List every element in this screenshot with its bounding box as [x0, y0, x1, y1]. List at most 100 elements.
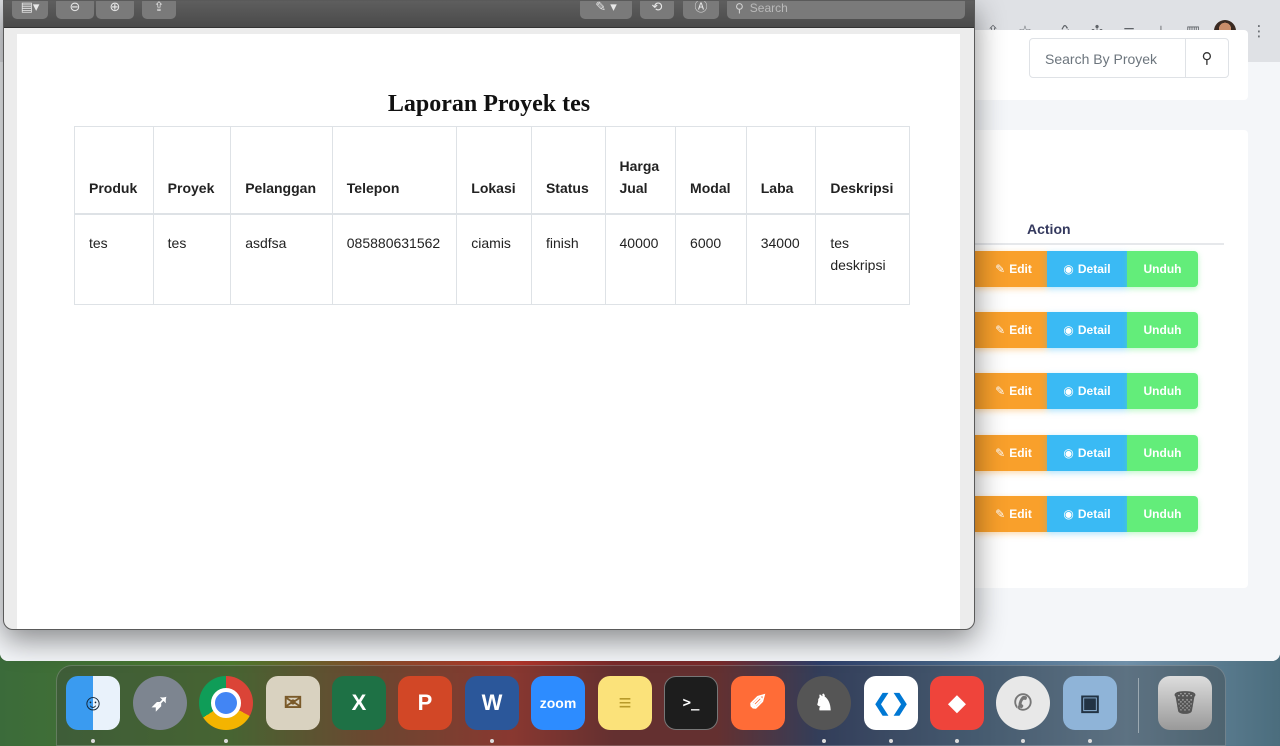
rotate-button[interactable]: ⟲: [640, 0, 674, 19]
dock-separator: [1138, 678, 1139, 733]
column-header: Status: [530, 126, 606, 215]
whatsapp-icon[interactable]: ✆: [996, 676, 1050, 730]
edit-icon: ✎: [995, 323, 1006, 337]
more-menu-icon[interactable]: ⋮: [1250, 22, 1268, 40]
search-button[interactable]: ⚲: [1185, 38, 1229, 78]
table-cell: 6000: [675, 213, 747, 305]
zoom-icon[interactable]: zoom: [531, 676, 585, 730]
table-cell: tes: [152, 213, 232, 305]
edit-icon: ✎: [995, 446, 1006, 460]
edit-button[interactable]: ✎ Edit: [974, 251, 1047, 287]
column-header: Pelanggan: [230, 126, 333, 215]
preview-search-input[interactable]: ⚲ Search: [727, 1, 965, 19]
vscode-icon[interactable]: ❮❯: [864, 676, 918, 730]
mamp-icon[interactable]: ♞: [797, 676, 851, 730]
pen-icon: ✎ ▾: [595, 0, 617, 15]
notes-icon[interactable]: ≡: [598, 676, 652, 730]
eye-icon: ◉: [1063, 446, 1074, 460]
report-table: Produk Proyek Pelanggan Telepon Lokasi S…: [74, 126, 910, 305]
detail-button[interactable]: ◉ Detail: [1047, 251, 1127, 287]
mail-icon[interactable]: ✉: [266, 676, 320, 730]
running-indicator: [91, 739, 95, 743]
word-icon[interactable]: W: [465, 676, 519, 730]
preview-toolbar: ▤▾ ⊖ ⊕ ⇪ ✎ ▾ ⟲ Ⓐ ⚲ Search: [4, 1, 974, 28]
edit-button[interactable]: ✎ Edit: [974, 373, 1047, 409]
pdf-page: [17, 34, 960, 629]
report-title: Laporan Proyek tes: [387, 91, 591, 117]
running-indicator: [490, 739, 494, 743]
sidebar-toggle-button[interactable]: ▤▾: [12, 0, 48, 19]
finder-icon[interactable]: ☺: [66, 676, 120, 730]
markup-icon: Ⓐ: [694, 0, 708, 15]
share-button[interactable]: ⇪: [142, 0, 176, 19]
unduh-button[interactable]: Unduh: [1127, 312, 1198, 348]
search-icon: ⚲: [735, 1, 744, 15]
share-icon: ⇪: [153, 0, 165, 15]
eye-icon: ◉: [1063, 262, 1074, 276]
table-row: tes tes asdfsa 085880631562 ciamis finis…: [74, 213, 910, 305]
zoom-out-icon: ⊖: [69, 0, 81, 15]
table-cell: tes: [74, 213, 154, 305]
zoom-out-button[interactable]: ⊖: [56, 0, 94, 19]
edit-button[interactable]: ✎ Edit: [974, 435, 1047, 471]
chrome-icon[interactable]: [199, 676, 253, 730]
column-header: Modal: [675, 126, 747, 215]
eye-icon: ◉: [1063, 384, 1074, 398]
unduh-button[interactable]: Unduh: [1127, 373, 1198, 409]
eye-icon: ◉: [1063, 323, 1074, 337]
running-indicator: [1021, 739, 1025, 743]
detail-button[interactable]: ◉ Detail: [1047, 435, 1127, 471]
column-header: Laba: [745, 126, 817, 215]
running-indicator: [822, 739, 826, 743]
column-header: Produk: [74, 126, 154, 215]
table-cell: 40000: [604, 213, 677, 305]
running-indicator: [1088, 739, 1092, 743]
column-header: Lokasi: [456, 126, 532, 215]
unduh-button[interactable]: Unduh: [1127, 496, 1198, 532]
unduh-button[interactable]: Unduh: [1127, 251, 1198, 287]
search-icon: ⚲: [1201, 49, 1213, 67]
table-cell: finish: [530, 213, 606, 305]
table-cell: asdfsa: [230, 213, 333, 305]
preview-window: ▤▾ ⊖ ⊕ ⇪ ✎ ▾ ⟲ Ⓐ ⚲ Search Laporan Proyek …: [3, 0, 975, 630]
detail-button[interactable]: ◉ Detail: [1047, 496, 1127, 532]
column-header: Deskripsi: [815, 126, 910, 215]
edit-icon: ✎: [995, 507, 1006, 521]
sidebar-icon: ▤▾: [20, 0, 40, 15]
terminal-icon[interactable]: >_: [664, 676, 718, 730]
markup-button[interactable]: Ⓐ: [683, 0, 719, 19]
column-header: Telepon: [331, 126, 458, 215]
table-cell: ciamis: [456, 213, 532, 305]
edit-button[interactable]: ✎ Edit: [974, 312, 1047, 348]
running-indicator: [889, 739, 893, 743]
table-header-row: Produk Proyek Pelanggan Telepon Lokasi S…: [74, 126, 910, 215]
detail-button[interactable]: ◉ Detail: [1047, 312, 1127, 348]
edit-button[interactable]: ✎ Edit: [974, 496, 1047, 532]
column-header: Proyek: [152, 126, 232, 215]
postman-icon[interactable]: ✐: [731, 676, 785, 730]
table-cell: 34000: [745, 213, 817, 305]
running-indicator: [224, 739, 228, 743]
rotate-icon: ⟲: [651, 0, 663, 15]
zoom-in-button[interactable]: ⊕: [96, 0, 134, 19]
trash-icon[interactable]: 🗑: [1158, 676, 1212, 730]
table-cell: tes deskripsi: [815, 213, 910, 305]
column-header: Harga Jual: [604, 126, 677, 215]
detail-button[interactable]: ◉ Detail: [1047, 373, 1127, 409]
zoom-in-icon: ⊕: [109, 0, 121, 15]
running-indicator: [955, 739, 959, 743]
powerpoint-icon[interactable]: P: [398, 676, 452, 730]
launchpad-icon[interactable]: ➶: [133, 676, 187, 730]
search-input[interactable]: Search By Proyek: [1029, 38, 1186, 78]
edit-icon: ✎: [995, 262, 1006, 276]
header-divider: [974, 243, 1224, 245]
anydesk-icon[interactable]: ◆: [930, 676, 984, 730]
table-cell: 085880631562: [331, 213, 458, 305]
edit-icon: ✎: [995, 384, 1006, 398]
unduh-button[interactable]: Unduh: [1127, 435, 1198, 471]
markup-pen-button[interactable]: ✎ ▾: [580, 0, 632, 19]
action-column-header: Action: [1027, 221, 1071, 237]
preview-app-icon[interactable]: ▣: [1063, 676, 1117, 730]
excel-icon[interactable]: X: [332, 676, 386, 730]
eye-icon: ◉: [1063, 507, 1074, 521]
